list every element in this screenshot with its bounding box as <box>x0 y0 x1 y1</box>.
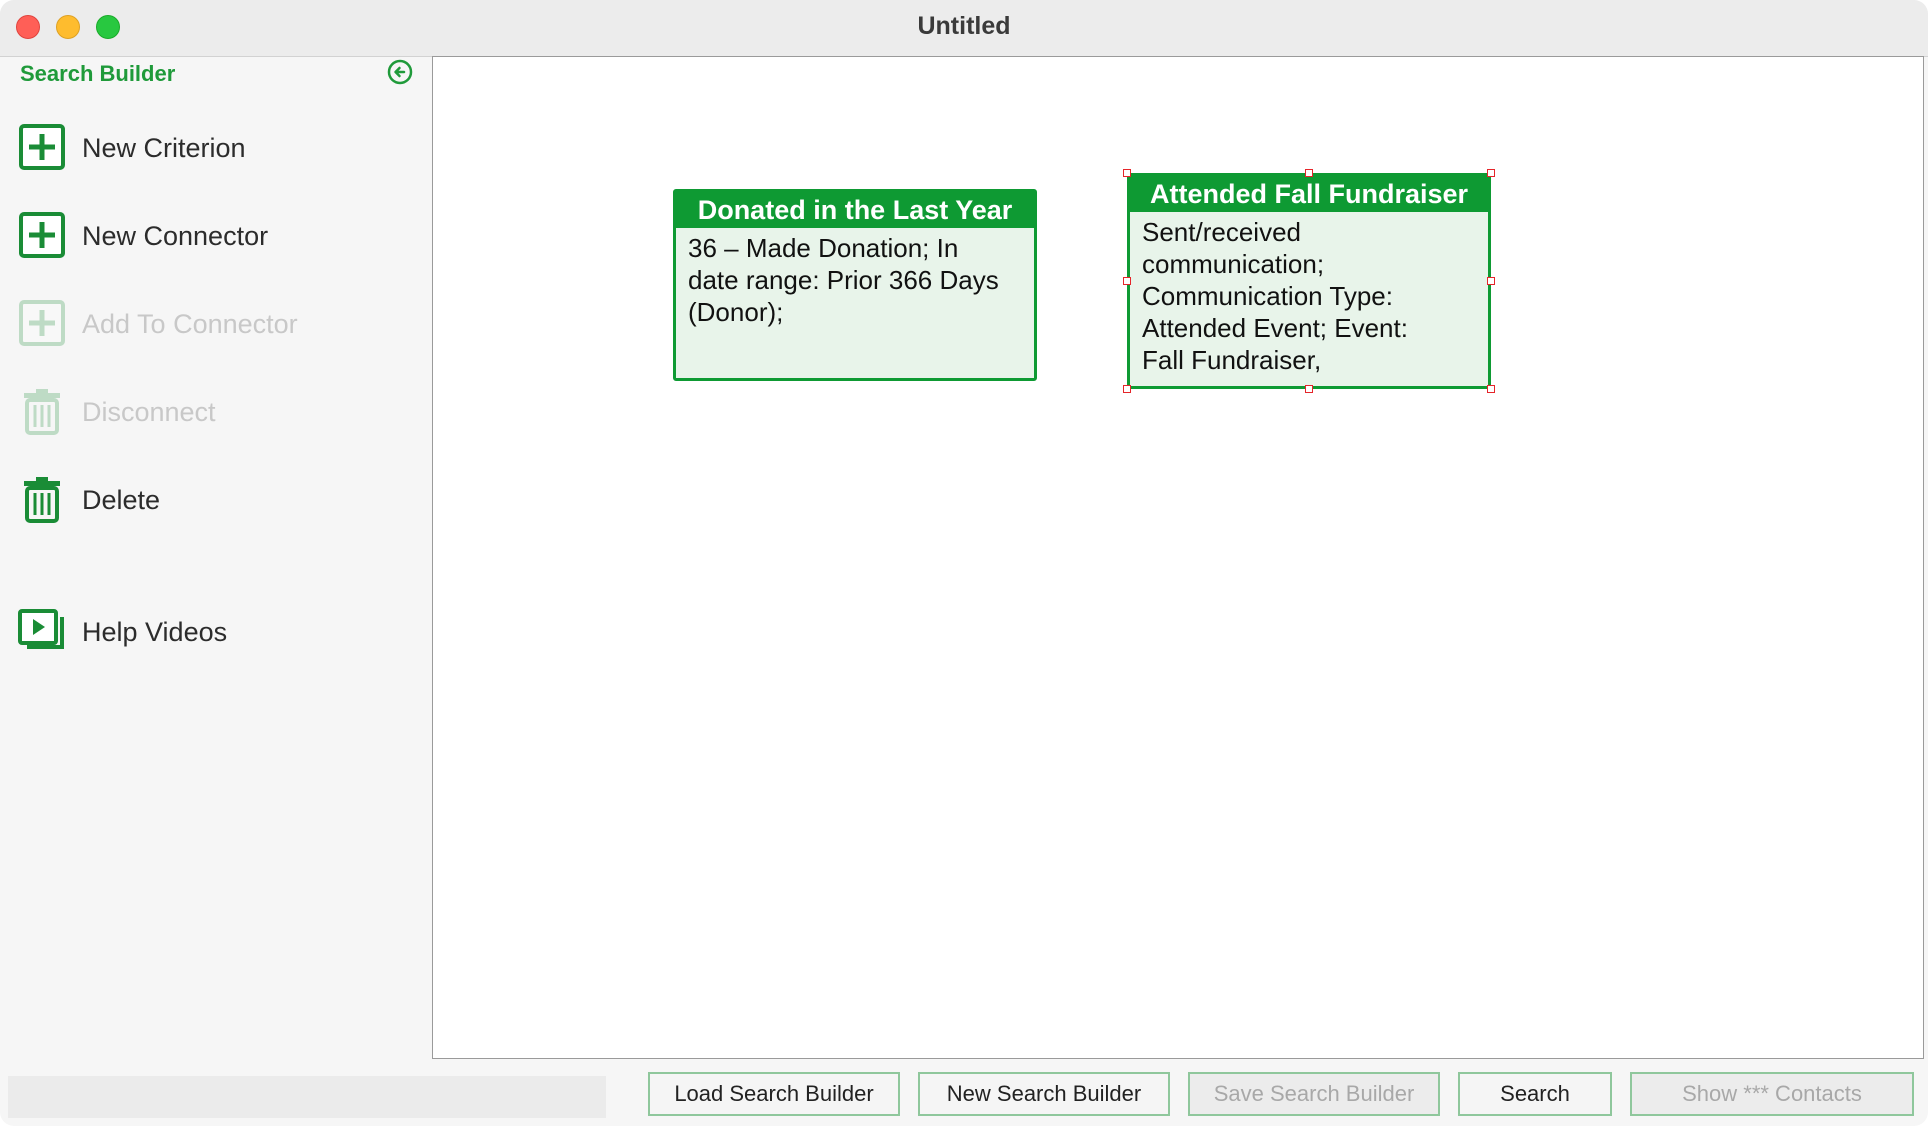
new-criterion-button[interactable]: New Criterion <box>14 119 414 175</box>
criterion-node-description: Sent/received communication; Communicati… <box>1142 217 1408 375</box>
save-search-builder-button[interactable]: Save Search Builder <box>1188 1072 1440 1116</box>
disconnect-button[interactable]: Disconnect <box>14 383 414 439</box>
criterion-node[interactable]: Donated in the Last Year 36 – Made Donat… <box>673 189 1037 381</box>
resize-handle-top[interactable] <box>1305 169 1313 177</box>
new-connector-button[interactable]: New Connector <box>14 207 414 263</box>
play-video-icon <box>18 609 64 649</box>
resize-handle-top-right[interactable] <box>1487 169 1495 177</box>
resize-handle-left[interactable] <box>1123 277 1131 285</box>
resize-handle-right[interactable] <box>1487 277 1495 285</box>
criterion-node-selected[interactable]: Attended Fall Fundraiser Sent/received c… <box>1127 173 1491 389</box>
criterion-node-title: Donated in the Last Year <box>676 192 1034 228</box>
plus-square-icon <box>19 212 65 258</box>
delete-button[interactable]: Delete <box>14 471 414 527</box>
title-bar: Untitled <box>0 0 1928 57</box>
new-connector-label: New Connector <box>82 221 269 251</box>
resize-handle-bottom-right[interactable] <box>1487 385 1495 393</box>
criterion-node-title: Attended Fall Fundraiser <box>1130 176 1488 212</box>
sidebar: Search Builder New Criterion New Connect… <box>0 57 430 1057</box>
resize-handle-top-left[interactable] <box>1123 169 1131 177</box>
resize-handle-bottom[interactable] <box>1305 385 1313 393</box>
app-window: Untitled Search Builder New Criterion Ne… <box>0 0 1928 1126</box>
add-to-connector-label: Add To Connector <box>82 309 298 339</box>
resize-handle-bottom-left[interactable] <box>1123 385 1131 393</box>
plus-square-icon <box>19 300 65 346</box>
trash-icon <box>24 389 60 435</box>
help-videos-button[interactable]: Help Videos <box>14 603 414 659</box>
disconnect-label: Disconnect <box>82 397 216 427</box>
sidebar-header: Search Builder <box>20 61 176 86</box>
criterion-node-description: 36 – Made Donation; In date range: Prior… <box>688 233 999 327</box>
show-contacts-button[interactable]: Show *** Contacts <box>1630 1072 1914 1116</box>
load-search-builder-button[interactable]: Load Search Builder <box>648 1072 900 1116</box>
collapse-sidebar-icon[interactable] <box>387 59 413 85</box>
plus-square-icon <box>19 124 65 170</box>
add-to-connector-button[interactable]: Add To Connector <box>14 295 414 351</box>
trash-icon <box>24 477 60 523</box>
status-field <box>8 1076 606 1118</box>
search-builder-canvas[interactable]: Donated in the Last Year 36 – Made Donat… <box>432 56 1924 1059</box>
window-title: Untitled <box>917 12 1011 40</box>
delete-label: Delete <box>82 485 161 515</box>
new-criterion-label: New Criterion <box>82 133 246 163</box>
new-search-builder-button[interactable]: New Search Builder <box>918 1072 1170 1116</box>
search-button[interactable]: Search <box>1458 1072 1612 1116</box>
help-videos-label: Help Videos <box>82 617 228 647</box>
